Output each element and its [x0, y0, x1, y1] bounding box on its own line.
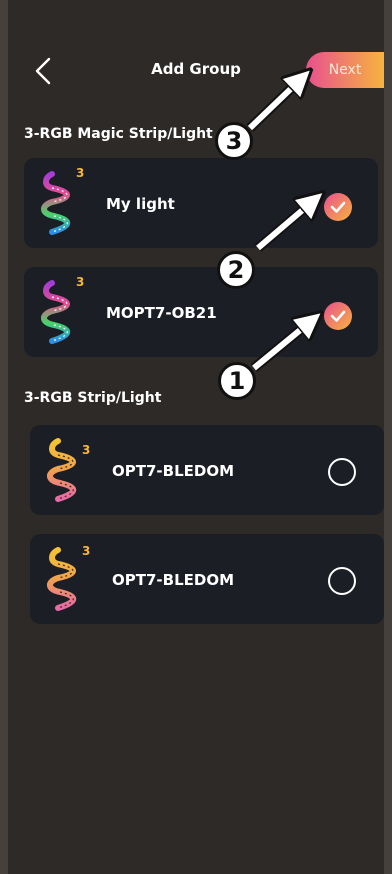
device-card-my-light[interactable]: 3 My light: [24, 158, 378, 248]
section-label-rgb: 3-RGB Strip/Light: [24, 390, 162, 406]
device-name: OPT7-BLEDOM: [112, 571, 235, 589]
checkmark-icon[interactable]: [324, 302, 352, 330]
next-button[interactable]: Next: [306, 52, 384, 88]
step-marker-1: 1: [218, 362, 256, 400]
device-card-bledom-2[interactable]: 3 OPT7-BLEDOM: [30, 534, 384, 624]
checkmark-icon[interactable]: [324, 193, 352, 221]
radio-unchecked-icon[interactable]: [328, 567, 356, 595]
channel-badge: 3: [76, 275, 85, 289]
channel-badge: 3: [76, 166, 85, 180]
device-card-bledom-1[interactable]: 3 OPT7-BLEDOM: [30, 425, 384, 515]
radio-unchecked-icon[interactable]: [328, 458, 356, 486]
device-card-mopt7[interactable]: 3 MOPT7-OB21: [24, 267, 378, 357]
channel-badge: 3: [82, 544, 91, 558]
device-name: MOPT7-OB21: [106, 304, 217, 322]
step-marker-3: 3: [215, 122, 253, 160]
device-name: OPT7-BLEDOM: [112, 462, 235, 480]
header: Add Group Next: [8, 0, 384, 110]
section-label-magic: 3-RGB Magic Strip/Light: [24, 126, 213, 142]
step-marker-2: 2: [217, 251, 255, 289]
device-name: My light: [106, 195, 175, 213]
screen: Add Group Next 3-RGB Magic Strip/Light 3…: [8, 0, 384, 874]
channel-badge: 3: [82, 443, 91, 457]
